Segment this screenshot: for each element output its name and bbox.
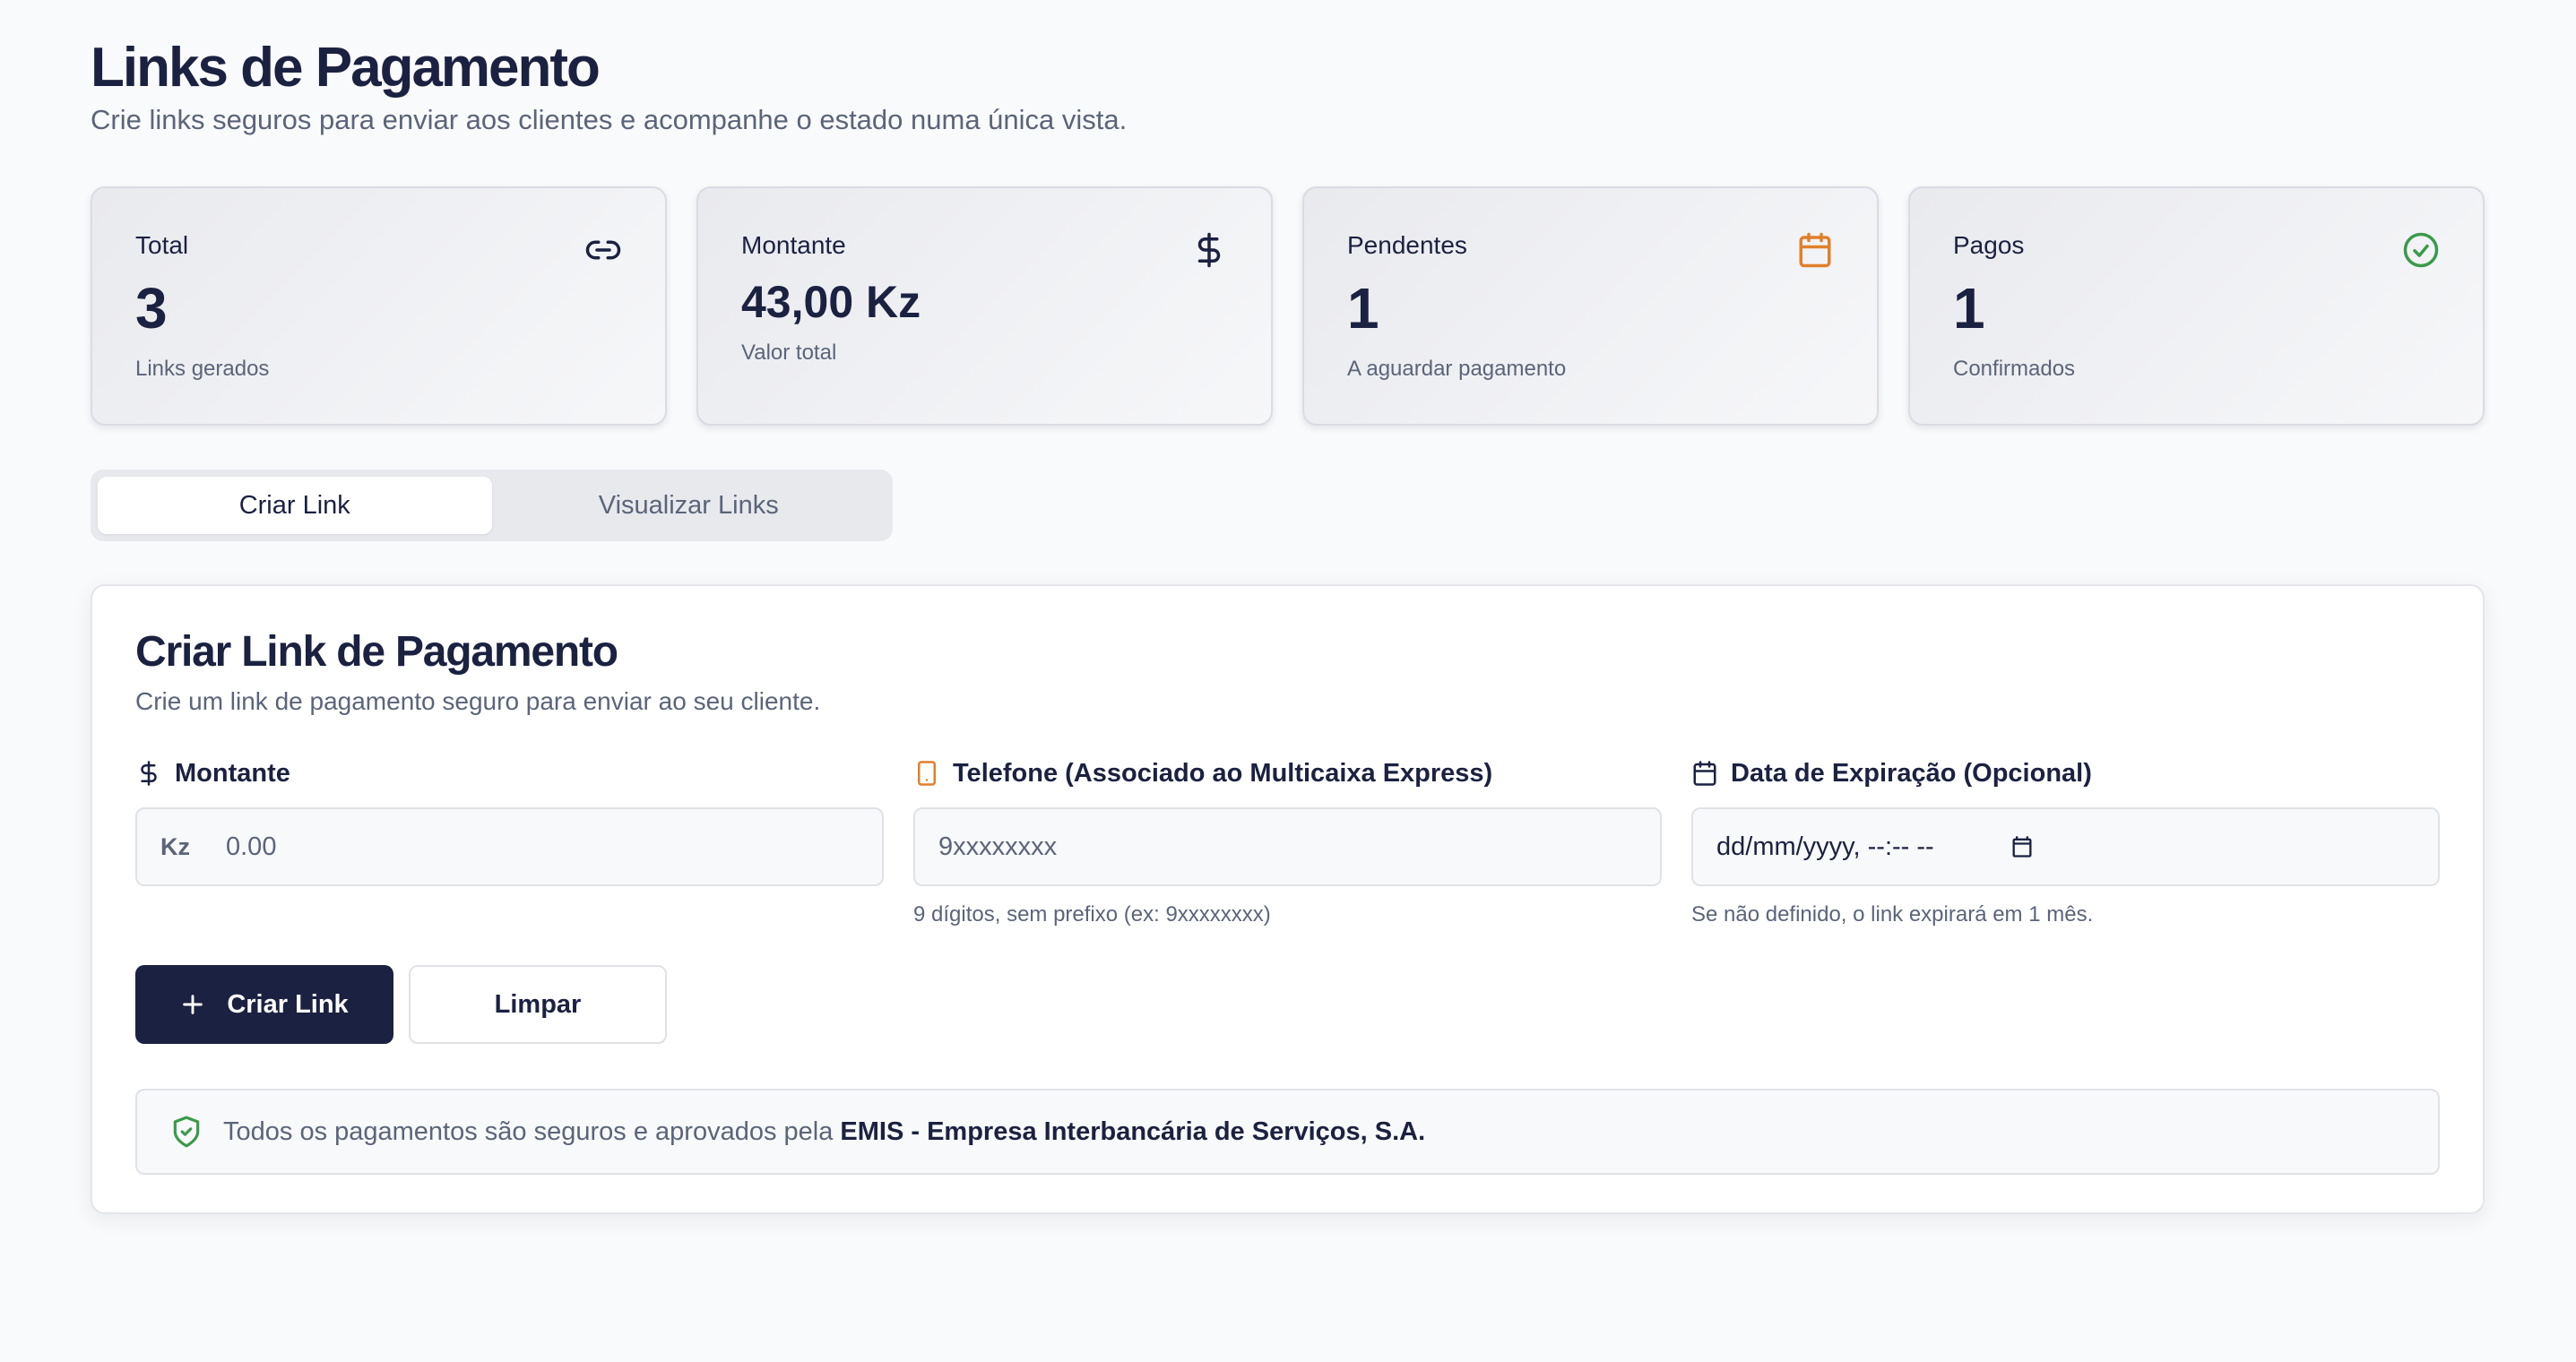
page-subtitle: Crie links seguros para enviar aos clien… [91,104,1128,135]
phone-input[interactable] [938,832,1637,862]
stat-note: Valor total [741,340,837,365]
currency-prefix: Kz [160,832,190,860]
stat-value: 3 [135,276,168,340]
shield-check-icon [173,1116,200,1148]
phone-field: Telefone (Associado ao Multicaixa Expres… [913,755,1662,927]
stat-label: Pendentes [1347,231,1467,259]
notice-text: Todos os pagamentos são seguros e aprova… [223,1116,834,1146]
stat-card-pending: Pendentes 1 A aguardar pagamento [1302,186,1879,426]
plus-icon [183,995,203,1014]
link-icon [585,240,621,260]
check-circle-icon [2403,232,2439,268]
phone-label-text: Telefone (Associado ao Multicaixa Expres… [953,758,1493,788]
expiry-label: Data de Expiração (Opcional) [1691,755,2440,791]
stat-note: Links gerados [135,357,270,381]
stat-card-amount: Montante 43,00 Kz Valor total [696,186,1273,426]
security-notice: Todos os pagamentos são seguros e aprova… [135,1089,2440,1175]
dollar-icon [1197,232,1221,268]
expiry-field: Data de Expiração (Opcional) dd/mm/yyyy,… [1691,755,2440,927]
stat-label: Total [135,231,189,259]
tab-create-link[interactable]: Criar Link [98,477,492,534]
form-title: Criar Link de Pagamento [135,628,618,676]
stat-value: 1 [1347,276,1379,340]
stat-value: 1 [1953,276,1985,340]
stat-card-total: Total 3 Links gerados [91,186,667,426]
stat-card-paid: Pagos 1 Confirmados [1908,186,2485,426]
security-notice-text: Todos os pagamentos são seguros e aprova… [223,1117,1425,1147]
stats-row: Total 3 Links gerados Montante 43,00 Kz … [91,186,2485,426]
smartphone-icon [918,761,936,786]
calendar-icon [1799,232,1831,268]
tab-view-links[interactable]: Visualizar Links [492,477,886,534]
amount-input-wrapper: Kz [135,807,884,886]
amount-label: Montante [135,755,884,791]
create-link-button-label: Criar Link [227,989,349,1019]
calendar-picker-icon[interactable] [2010,834,2035,859]
dollar-icon [141,761,157,786]
calendar-icon [1693,761,1716,786]
stat-note: A aguardar pagamento [1347,357,1567,381]
expiry-label-text: Data de Expiração (Opcional) [1731,758,2092,788]
amount-label-text: Montante [175,758,290,788]
form-actions: Criar Link Limpar [135,965,2440,1044]
amount-input[interactable] [226,832,859,862]
stat-note: Confirmados [1953,357,2076,381]
expiry-input-value: dd/mm/yyyy, --:-- -- [1716,832,1934,861]
stat-label: Montante [741,231,846,259]
stat-label: Pagos [1953,231,2025,259]
expiry-hint: Se não definido, o link expirará em 1 mê… [1691,902,2094,927]
notice-emis: EMIS - Empresa Interbancária de Serviços… [840,1116,1426,1146]
phone-label: Telefone (Associado ao Multicaixa Expres… [913,755,1662,791]
phone-input-wrapper [913,807,1662,886]
create-link-form: Criar Link de Pagamento Crie um link de … [91,584,2485,1214]
create-link-button[interactable]: Criar Link [135,965,393,1044]
expiry-input[interactable]: dd/mm/yyyy, --:-- -- [1691,807,2440,886]
tab-bar: Criar Link Visualizar Links [91,470,893,541]
page: Links de Pagamento Crie links seguros pa… [0,0,2576,1362]
amount-field: Montante Kz [135,755,884,927]
page-title: Links de Pagamento [91,37,601,99]
clear-button[interactable]: Limpar [409,965,667,1044]
form-fields: Montante Kz Telefone (Associado ao Multi… [135,755,2440,927]
phone-hint: 9 dígitos, sem prefixo (ex: 9xxxxxxxx) [913,902,1271,927]
form-description: Crie um link de pagamento seguro para en… [135,687,821,715]
stat-value: 43,00 Kz [741,277,921,327]
